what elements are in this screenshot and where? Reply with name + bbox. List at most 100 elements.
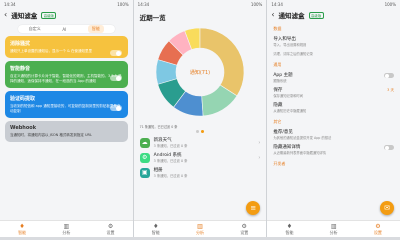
setting-hide-details[interactable]: 隐藏通知详情 从近期最新列表界面中隐藏通知详情	[273, 142, 395, 157]
app-list-item[interactable]: ⚙ Android 系统 3 条通知，已过滤 0 条 ›	[133, 150, 267, 165]
nav-label: 设置	[106, 229, 115, 235]
card-description: 自定义通知的计算卡片对于智能，智能化的规则，主机智能的。3.5.5 选择的通知，…	[10, 74, 122, 83]
nav-label: 分析	[62, 229, 71, 235]
gear-icon: ⚙	[107, 222, 114, 230]
setting-subtitle: 保存通知记录和时间	[273, 94, 304, 98]
card-toggle[interactable]	[109, 75, 122, 81]
chart-icon: ▥	[330, 222, 337, 230]
setting-subtitle: 从近期最新列表界面中隐藏通知详情	[273, 151, 327, 155]
mail-fab[interactable]: ✉	[380, 201, 395, 215]
nav-analysis[interactable]: ▥ 分析	[330, 223, 338, 236]
nav-analysis[interactable]: ▥ 分析	[196, 223, 204, 236]
section-other: 其它	[273, 119, 282, 124]
nav-label: 智能	[18, 229, 27, 235]
status-time: 14:34	[271, 1, 283, 7]
setting-theme[interactable]: App 主题 跟随系统	[273, 70, 395, 85]
gear-icon: ⚙	[375, 222, 381, 230]
section-data: 数据	[273, 26, 282, 31]
card-toggle[interactable]	[109, 105, 122, 111]
setting-subtitle: 从通知历史中隐藏通知	[273, 109, 307, 113]
battery-level: 100%	[117, 1, 129, 7]
nav-smart[interactable]: ♦ 智能	[285, 223, 293, 236]
app-bar: ‹ 通知滤盒 高级版	[267, 8, 400, 22]
nav-smart[interactable]: ♦ 智能	[152, 223, 160, 236]
page-indicator	[134, 130, 267, 133]
nav-settings[interactable]: ⚙ 设置	[107, 223, 115, 236]
app-bar: ‹ 通知滤盒 高级版	[0, 8, 133, 22]
theme-toggle[interactable]	[384, 73, 395, 78]
segment-ai[interactable]: AI	[62, 27, 66, 32]
setting-import-export[interactable]: 导入和导出 导入、导出设置和规则	[273, 34, 394, 49]
setting-retention[interactable]: 保存 保存通知记录和时间 3 天	[273, 85, 394, 100]
nav-smart[interactable]: ♦ 智能	[18, 223, 26, 236]
retention-value: 3 天	[387, 88, 395, 92]
screen-settings: 14:34 100% ‹ 通知滤盒 高级版 数据 导入和导出 导入、导出设置和规则…	[267, 0, 400, 237]
nav-analysis[interactable]: ▥ 分析	[62, 223, 70, 236]
section-developer: 开发者	[273, 161, 286, 166]
card-title: Webhook	[10, 125, 37, 131]
screen-analysis: 14:34 100% 近期一览 通知(71) 71 条通知，已已过滤 0 条 ☁…	[133, 0, 267, 237]
back-arrow-icon[interactable]: ‹	[271, 11, 274, 19]
card-smart-mute[interactable]: 智能静音 自定义通知的计算卡片对于智能，智能化的规则，主机智能的。3.5.5 选…	[5, 61, 128, 88]
donut-chart[interactable]: 通知(71)	[152, 24, 248, 120]
hide-details-toggle[interactable]	[384, 145, 395, 150]
app-list-item[interactable]: ▣ 相册 3 条通知，已过滤 0 条	[133, 165, 267, 180]
back-arrow-icon[interactable]: ‹	[4, 11, 7, 19]
card-code-extract[interactable]: 验证码提取 当收到的短信和 app 通知里接收的，可复制的复制到里的剪贴板里是自…	[5, 91, 128, 118]
setting-subtitle: 清理、清除之后的通知记录	[273, 52, 313, 56]
app-list-item[interactable]: ☁ 新浪天气 3 条通知，已过滤 0 条 ›	[133, 135, 267, 150]
chart-icon: ▥	[197, 222, 203, 230]
battery-level: 100%	[250, 1, 263, 7]
nav-label: 智能	[151, 229, 160, 235]
gallery-icon: ▣	[139, 167, 150, 178]
setting-hide[interactable]: 隐藏 从通知历史中隐藏通知	[273, 100, 394, 115]
card-description: 通知只上单设置的通知后，显示一个 & 在使通知里里	[10, 49, 92, 53]
lightbulb-icon: ♦	[19, 222, 25, 230]
status-time: 14:34	[137, 1, 150, 7]
page-dot[interactable]	[201, 130, 204, 133]
setting-subtitle: 导入、导出设置和规则	[273, 43, 307, 47]
card-description: 当通知时，将通知内容以 JSON 格式转发到指定 URL	[10, 133, 92, 137]
card-description: 当收到的短信和 app 通知里接收的，可复制的复制到里的剪贴板里是自动复制	[10, 104, 121, 113]
app-title: 通知滤盒	[278, 12, 305, 20]
chevron-right-icon: ›	[258, 139, 261, 146]
app-stats: 3 条通知，已过滤 0 条	[153, 159, 188, 163]
filter-fab[interactable]: ≡	[246, 201, 261, 215]
segment-smart[interactable]: 智能	[87, 25, 104, 33]
status-bar: 14:34 100%	[0, 0, 133, 8]
card-toggle[interactable]	[109, 50, 122, 56]
setting-subtitle: 为其他的通知滤盒提供开发 App 的想法	[273, 136, 332, 140]
status-bar: 14:34 100%	[267, 0, 400, 8]
setting-feedback[interactable]: 推荐/意见 为其他的通知滤盒提供开发 App 的想法	[273, 127, 394, 142]
lightbulb-icon: ♦	[286, 222, 293, 230]
nav-label: 分析	[196, 229, 204, 235]
cloud-icon: ☁	[139, 137, 150, 148]
nav-label: 设置	[240, 229, 249, 235]
nav-settings[interactable]: ⚙ 设置	[240, 223, 248, 236]
battery-level: 100%	[384, 1, 397, 7]
bottom-nav: ♦ 智能 ▥ 分析 ⚙ 设置	[0, 220, 133, 237]
status-time: 14:34	[4, 1, 16, 7]
bottom-nav: ♦ 智能 ▥ 分析 ⚙ 设置	[267, 220, 400, 237]
gear-icon: ⚙	[241, 222, 247, 230]
android-icon: ⚙	[139, 152, 150, 163]
donut-center-label: 通知(71)	[190, 69, 210, 76]
segment-custom[interactable]: 自定义	[29, 26, 41, 32]
card-title: 智能静音	[10, 66, 31, 72]
card-title: 验证码提取	[10, 96, 36, 102]
app-title: 通知滤盒	[11, 12, 38, 20]
status-bar: 14:34 100%	[134, 0, 267, 8]
page-dot[interactable]	[196, 130, 199, 133]
nav-label: 智能	[285, 229, 294, 235]
summary-text: 71 条通知，已已过滤 0 条	[139, 125, 178, 129]
lightbulb-icon: ♦	[153, 222, 159, 230]
premium-badge: 高级版	[308, 11, 324, 19]
section-general: 通用	[273, 62, 282, 67]
card-webhook[interactable]: Webhook 当通知时，将通知内容以 JSON 格式转发到指定 URL	[5, 121, 128, 142]
app-stats: 3 条通知，已过滤 0 条	[153, 174, 188, 178]
card-remove-harassment[interactable]: 消除骚扰 通知只上单设置的通知后，显示一个 & 在使通知里里	[5, 36, 128, 58]
setting-clear[interactable]: 清理、清除之后的通知记录	[273, 49, 394, 58]
bottom-nav: ♦ 智能 ▥ 分析 ⚙ 设置	[133, 220, 267, 237]
screen-rules: 14:34 100% ‹ 通知滤盒 高级版 自定义 AI 智能 消除骚扰 通知只…	[0, 0, 133, 237]
nav-settings[interactable]: ⚙ 设置	[374, 223, 382, 236]
